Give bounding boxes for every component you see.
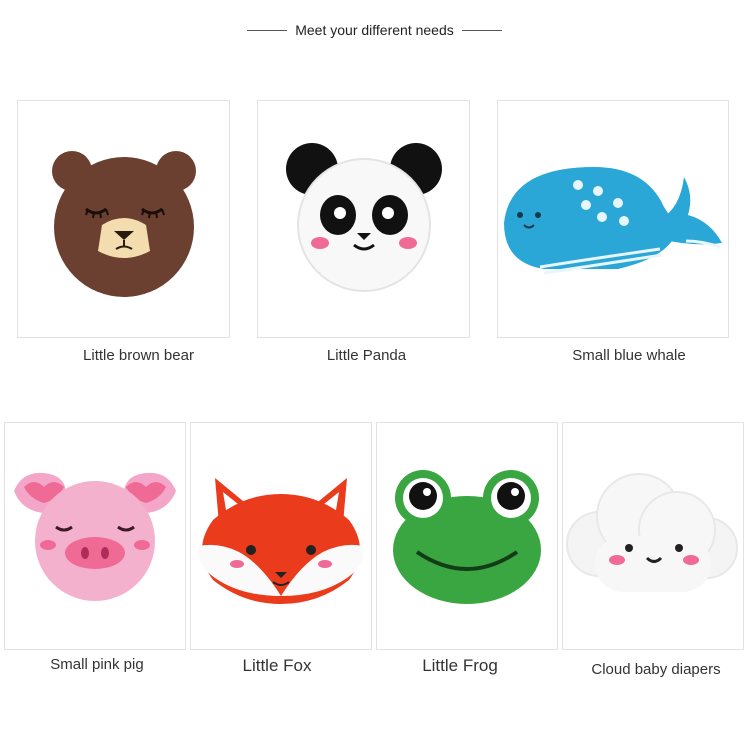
product-card-cloud[interactable] xyxy=(562,422,744,650)
panda-icon xyxy=(285,143,442,292)
product-caption-whale: Small blue whale xyxy=(572,347,686,364)
fox-icon xyxy=(198,478,364,604)
product-card-whale[interactable] xyxy=(497,100,729,338)
cloud-icon xyxy=(566,473,738,592)
whale-icon xyxy=(504,167,722,275)
product-caption-frog: Little Frog xyxy=(422,656,498,675)
section-header: Meet your different needs xyxy=(0,22,749,38)
product-caption-panda: Little Panda xyxy=(326,347,407,364)
bear-icon xyxy=(51,151,196,297)
product-card-pig[interactable] xyxy=(4,422,186,650)
product-caption-bear: Little brown bear xyxy=(83,347,194,364)
product-caption-fox: Little Fox xyxy=(242,656,312,675)
frog-icon xyxy=(393,470,541,604)
pig-icon xyxy=(14,472,176,601)
product-caption-cloud: Cloud baby diapers xyxy=(591,661,721,678)
header-line-left xyxy=(247,29,288,31)
header-line-right xyxy=(461,29,502,31)
product-card-bear[interactable] xyxy=(17,100,230,338)
product-card-fox[interactable] xyxy=(190,422,372,650)
product-card-panda[interactable] xyxy=(257,100,470,338)
product-card-frog[interactable] xyxy=(376,422,558,650)
product-caption-pig: Small pink pig xyxy=(50,656,144,673)
section-title: Meet your different needs xyxy=(295,22,454,38)
